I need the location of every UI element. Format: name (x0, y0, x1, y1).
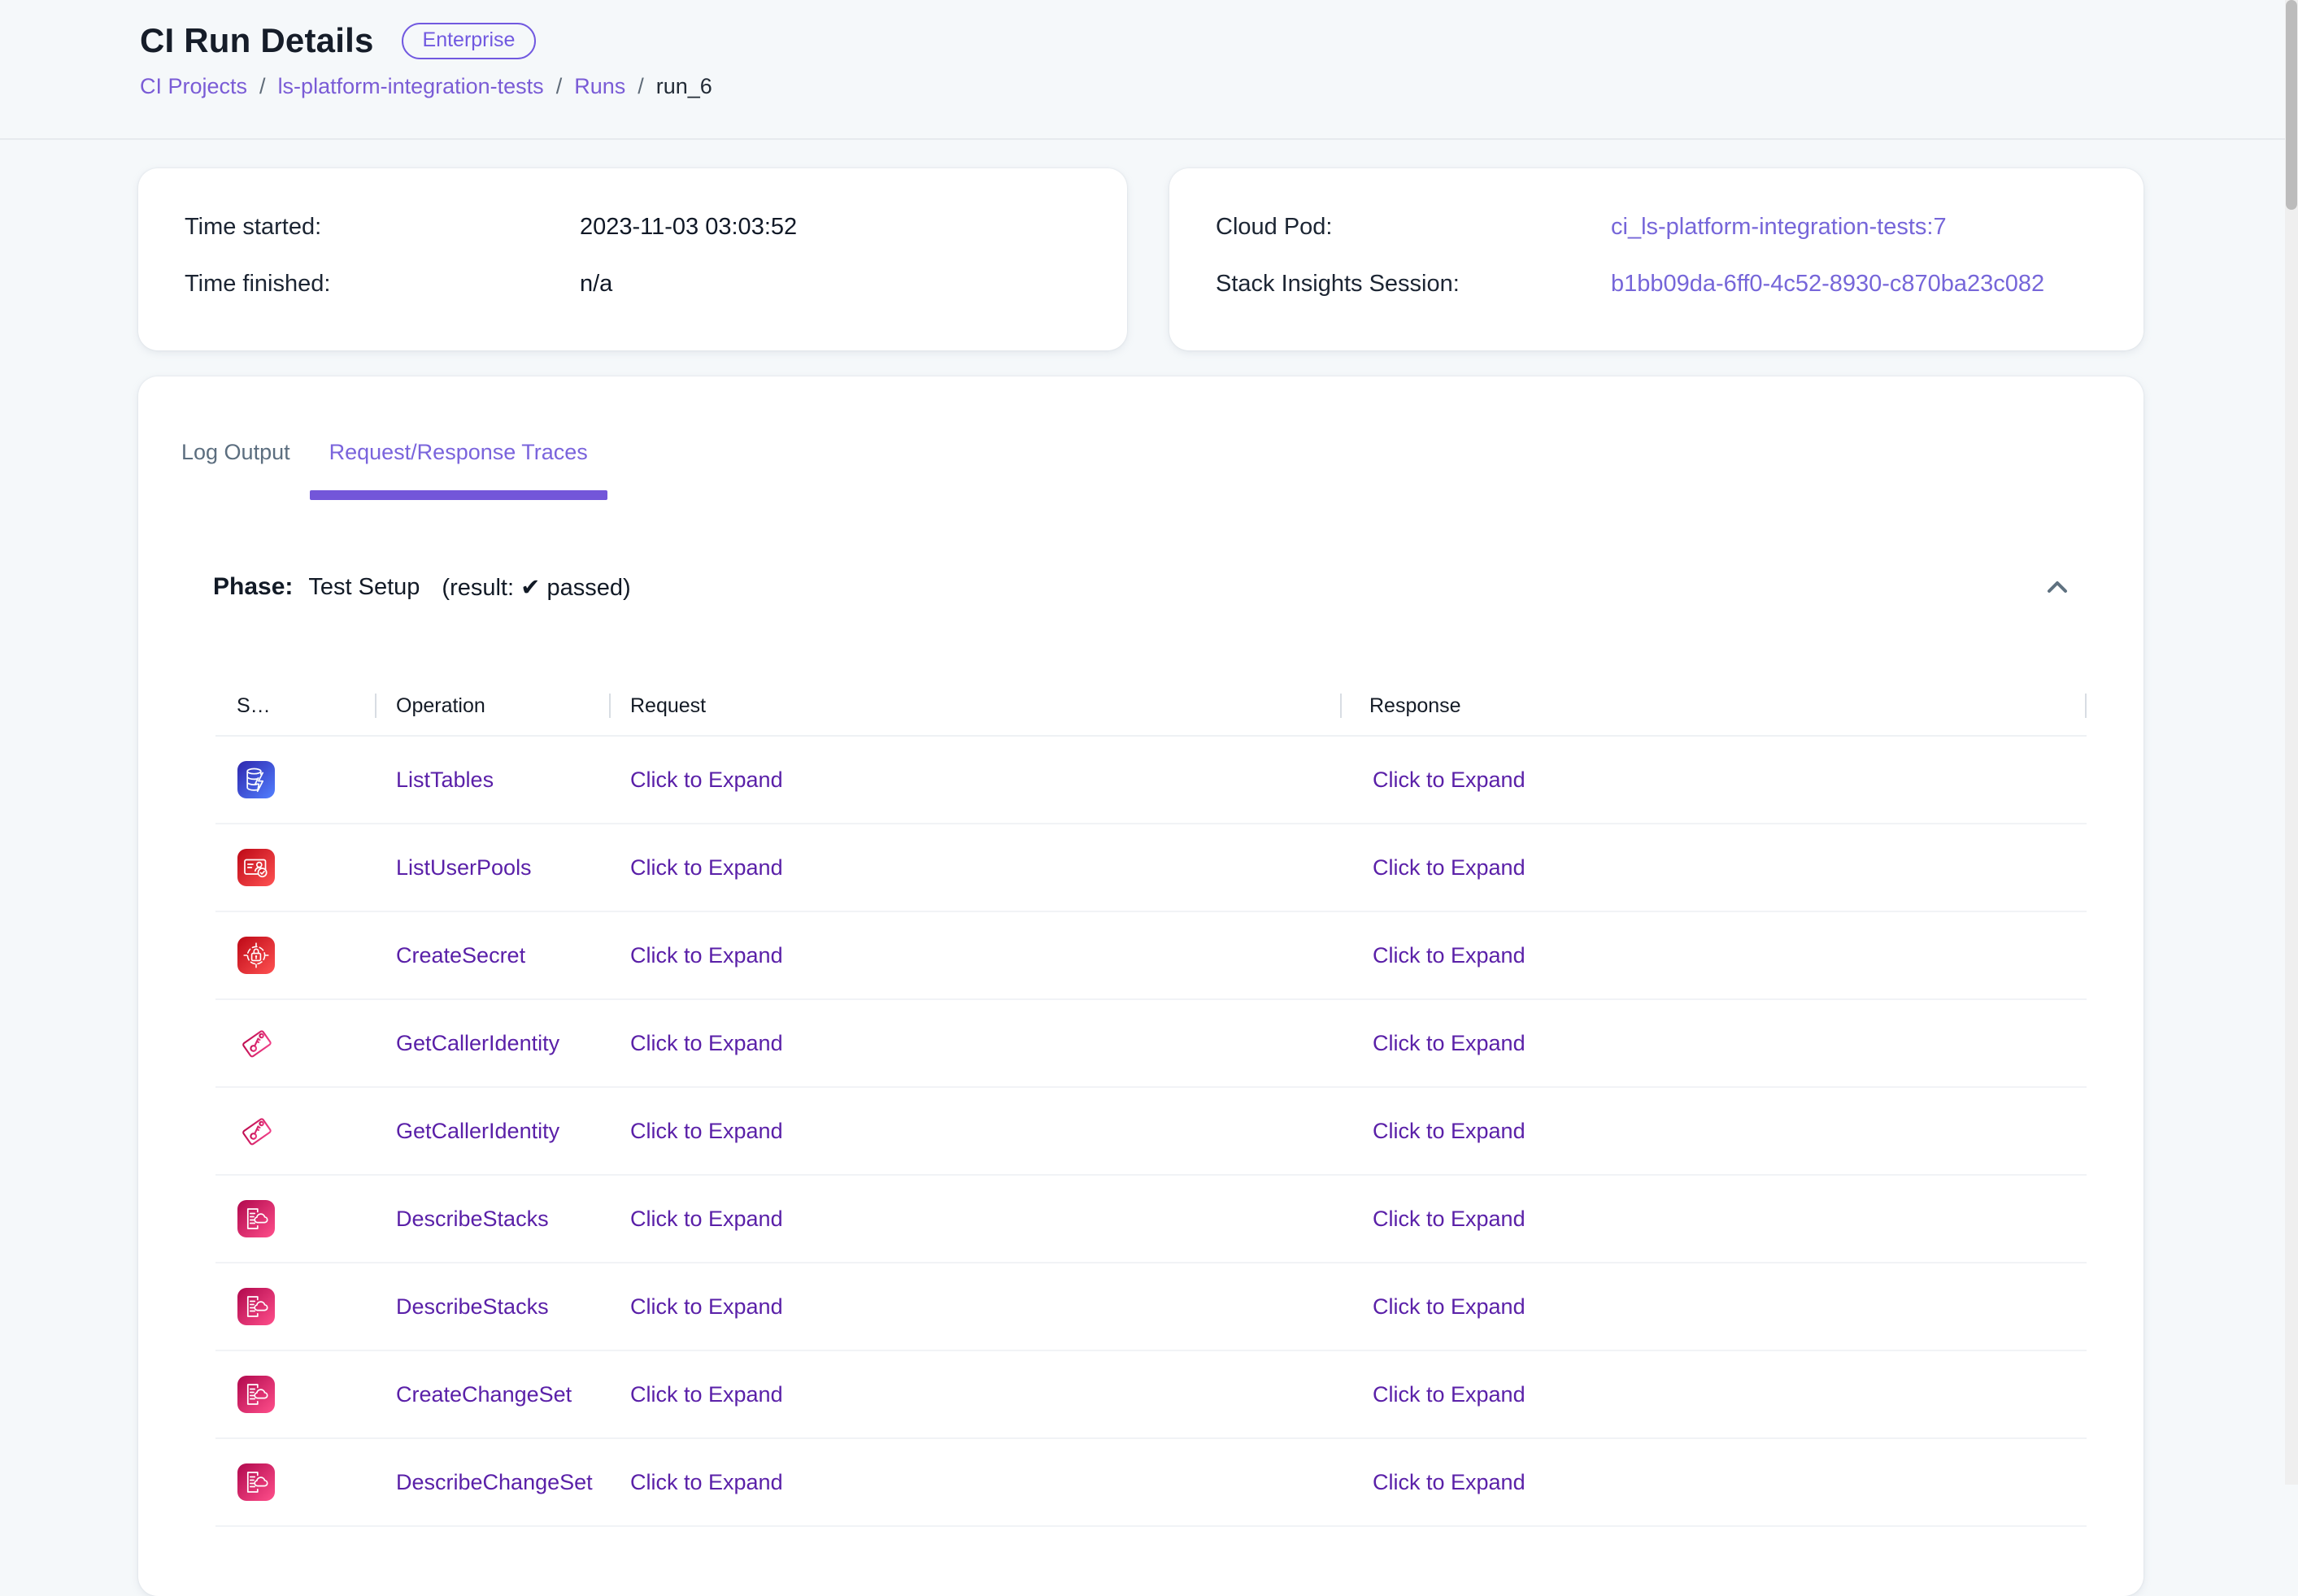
trace-table-header: S… Operation Request Response (215, 676, 2087, 737)
time-started-label: Time started: (185, 212, 580, 242)
response-expand-link[interactable]: Click to Expand (1373, 768, 1525, 792)
stack-insights-label: Stack Insights Session: (1216, 269, 1611, 299)
request-expand-link[interactable]: Click to Expand (630, 943, 783, 968)
table-row: DescribeStacks Click to Expand Click to … (215, 1263, 2087, 1351)
table-row: DescribeChangeSet Click to Expand Click … (215, 1439, 2087, 1527)
request-expand-link[interactable]: Click to Expand (630, 1382, 783, 1407)
table-row: ListTables Click to Expand Click to Expa… (215, 737, 2087, 824)
phase-result: (result: ✔ passed) (442, 573, 630, 602)
cloudformation-icon (237, 1376, 275, 1413)
operation-link[interactable]: GetCallerIdentity (396, 1031, 559, 1055)
time-info-card: Time started: 2023-11-03 03:03:52 Time f… (138, 168, 1127, 350)
response-expand-link[interactable]: Click to Expand (1373, 1470, 1525, 1494)
table-row: CreateChangeSet Click to Expand Click to… (215, 1351, 2087, 1439)
response-expand-link[interactable]: Click to Expand (1373, 1294, 1525, 1319)
operation-link[interactable]: DescribeStacks (396, 1207, 549, 1231)
operation-link[interactable]: CreateSecret (396, 943, 525, 968)
phase-collapse-button[interactable] (2043, 572, 2072, 602)
tab-request-response-traces[interactable]: Request/Response Traces (310, 415, 607, 490)
breadcrumb-project[interactable]: ls-platform-integration-tests (278, 74, 544, 99)
response-expand-link[interactable]: Click to Expand (1373, 1119, 1525, 1143)
trace-table: S… Operation Request Response ListTables… (215, 676, 2087, 1527)
links-info-card: Cloud Pod: ci_ls-platform-integration-te… (1169, 168, 2143, 350)
breadcrumb-ci-projects[interactable]: CI Projects (140, 74, 247, 99)
cloud-pod-link[interactable]: ci_ls-platform-integration-tests:7 (1611, 212, 2111, 242)
operation-link[interactable]: ListTables (396, 768, 494, 792)
cloud-pod-label: Cloud Pod: (1216, 212, 1611, 242)
breadcrumb-separator: / (556, 74, 563, 99)
secretsmanager-icon (237, 937, 275, 974)
operation-link[interactable]: DescribeChangeSet (396, 1470, 593, 1494)
page-header: CI Run Details Enterprise CI Projects / … (0, 0, 2298, 140)
table-row: CreateSecret Click to Expand Click to Ex… (215, 912, 2087, 1000)
page-scrollbar-thumb[interactable] (2286, 0, 2297, 210)
time-started-value: 2023-11-03 03:03:52 (580, 212, 1095, 242)
cloudformation-icon (237, 1463, 275, 1501)
request-expand-link[interactable]: Click to Expand (630, 1031, 783, 1055)
phase-label: Phase: (213, 573, 293, 601)
request-expand-link[interactable]: Click to Expand (630, 1294, 783, 1319)
tab-bar: Log Output Request/Response Traces (162, 415, 2143, 500)
response-expand-link[interactable]: Click to Expand (1373, 855, 1525, 880)
request-expand-link[interactable]: Click to Expand (630, 1207, 783, 1231)
table-row: GetCallerIdentity Click to Expand Click … (215, 1000, 2087, 1088)
operation-link[interactable]: CreateChangeSet (396, 1382, 572, 1407)
response-expand-link[interactable]: Click to Expand (1373, 1031, 1525, 1055)
breadcrumb: CI Projects / ls-platform-integration-te… (140, 74, 2298, 99)
breadcrumb-separator: / (259, 74, 266, 99)
phase-name: Test Setup (308, 574, 420, 601)
column-header-operation: Operation (375, 692, 609, 720)
request-expand-link[interactable]: Click to Expand (630, 855, 783, 880)
breadcrumb-current-run: run_6 (656, 74, 712, 99)
time-finished-label: Time finished: (185, 269, 580, 299)
sts-icon (237, 1112, 275, 1150)
page-title: CI Run Details (140, 21, 374, 60)
phase-header: Phase: Test Setup (result: ✔ passed) (213, 569, 2072, 605)
breadcrumb-separator: / (638, 74, 644, 99)
operation-link[interactable]: ListUserPools (396, 855, 532, 880)
cloudformation-icon (237, 1288, 275, 1325)
table-row: DescribeStacks Click to Expand Click to … (215, 1176, 2087, 1263)
request-expand-link[interactable]: Click to Expand (630, 1119, 783, 1143)
response-expand-link[interactable]: Click to Expand (1373, 943, 1525, 968)
dynamodb-icon (237, 761, 275, 798)
cloudformation-icon (237, 1200, 275, 1237)
column-header-service: S… (215, 692, 375, 720)
cognito-icon (237, 849, 275, 886)
response-expand-link[interactable]: Click to Expand (1373, 1382, 1525, 1407)
response-expand-link[interactable]: Click to Expand (1373, 1207, 1525, 1231)
ci-run-details-page: { "page": { "title": "CI Run Details", "… (0, 0, 2298, 1485)
page-scrollbar-track[interactable] (2285, 0, 2298, 1485)
column-header-response: Response (1340, 692, 2087, 720)
operation-link[interactable]: GetCallerIdentity (396, 1119, 559, 1143)
operation-link[interactable]: DescribeStacks (396, 1294, 549, 1319)
request-expand-link[interactable]: Click to Expand (630, 768, 783, 792)
column-header-request: Request (609, 692, 1340, 720)
enterprise-badge: Enterprise (402, 23, 537, 59)
table-row: GetCallerIdentity Click to Expand Click … (215, 1088, 2087, 1176)
trace-table-body: ListTables Click to Expand Click to Expa… (215, 737, 2087, 1527)
chevron-up-icon (2043, 592, 2072, 604)
table-row: ListUserPools Click to Expand Click to E… (215, 824, 2087, 912)
request-expand-link[interactable]: Click to Expand (630, 1470, 783, 1494)
traces-card: Log Output Request/Response Traces Phase… (138, 376, 2143, 1596)
sts-icon (237, 1024, 275, 1062)
breadcrumb-runs[interactable]: Runs (574, 74, 625, 99)
stack-insights-link[interactable]: b1bb09da-6ff0-4c52-8930-c870ba23c082 (1611, 269, 2111, 299)
time-finished-value: n/a (580, 269, 1095, 299)
tab-log-output[interactable]: Log Output (162, 415, 310, 490)
